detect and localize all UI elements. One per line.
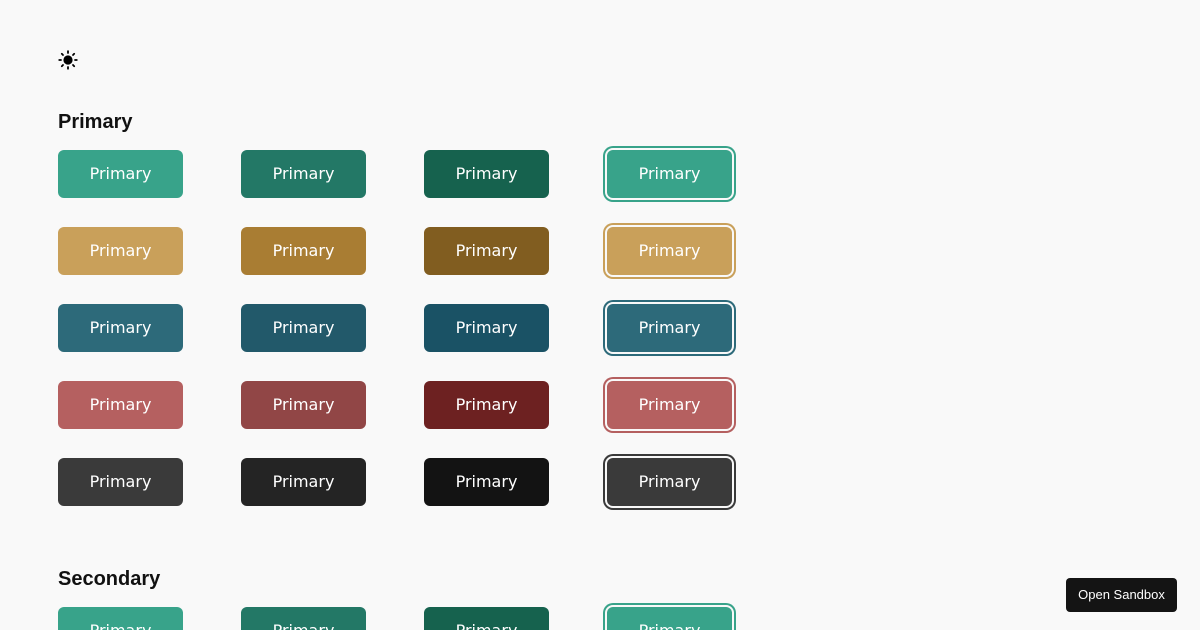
button-red-state-1[interactable]: Primary — [58, 381, 183, 429]
button-green-state-4[interactable]: Primary — [607, 150, 732, 198]
theme-toggle[interactable] — [58, 50, 78, 70]
button-green-state-1[interactable]: Primary — [58, 150, 183, 198]
button-teal-state-3[interactable]: Primary — [424, 304, 549, 352]
section-title-primary: Primary — [58, 111, 133, 133]
button-green-state-3[interactable]: Primary — [424, 150, 549, 198]
sun-icon — [58, 50, 78, 70]
button-green-state-2[interactable]: Primary — [241, 607, 366, 630]
button-red-state-2[interactable]: Primary — [241, 381, 366, 429]
open-sandbox-button[interactable]: Open Sandbox — [1066, 578, 1177, 612]
button-dark-state-4[interactable]: Primary — [607, 458, 732, 506]
button-gold-state-4[interactable]: Primary — [607, 227, 732, 275]
button-gold-state-3[interactable]: Primary — [424, 227, 549, 275]
button-green-state-1[interactable]: Primary — [58, 607, 183, 630]
button-gold-state-1[interactable]: Primary — [58, 227, 183, 275]
button-gold-state-2[interactable]: Primary — [241, 227, 366, 275]
button-teal-state-4[interactable]: Primary — [607, 304, 732, 352]
button-teal-state-2[interactable]: Primary — [241, 304, 366, 352]
button-red-state-4[interactable]: Primary — [607, 381, 732, 429]
page: Primary Primary Primary Primary Primary Prim… — [0, 0, 1200, 630]
button-green-state-4[interactable]: Primary — [607, 607, 732, 630]
button-red-state-3[interactable]: Primary — [424, 381, 549, 429]
section-title-secondary: Secondary — [58, 568, 161, 590]
button-dark-state-1[interactable]: Primary — [58, 458, 183, 506]
button-dark-state-2[interactable]: Primary — [241, 458, 366, 506]
button-green-state-3[interactable]: Primary — [424, 607, 549, 630]
button-green-state-2[interactable]: Primary — [241, 150, 366, 198]
button-dark-state-3[interactable]: Primary — [424, 458, 549, 506]
button-teal-state-1[interactable]: Primary — [58, 304, 183, 352]
